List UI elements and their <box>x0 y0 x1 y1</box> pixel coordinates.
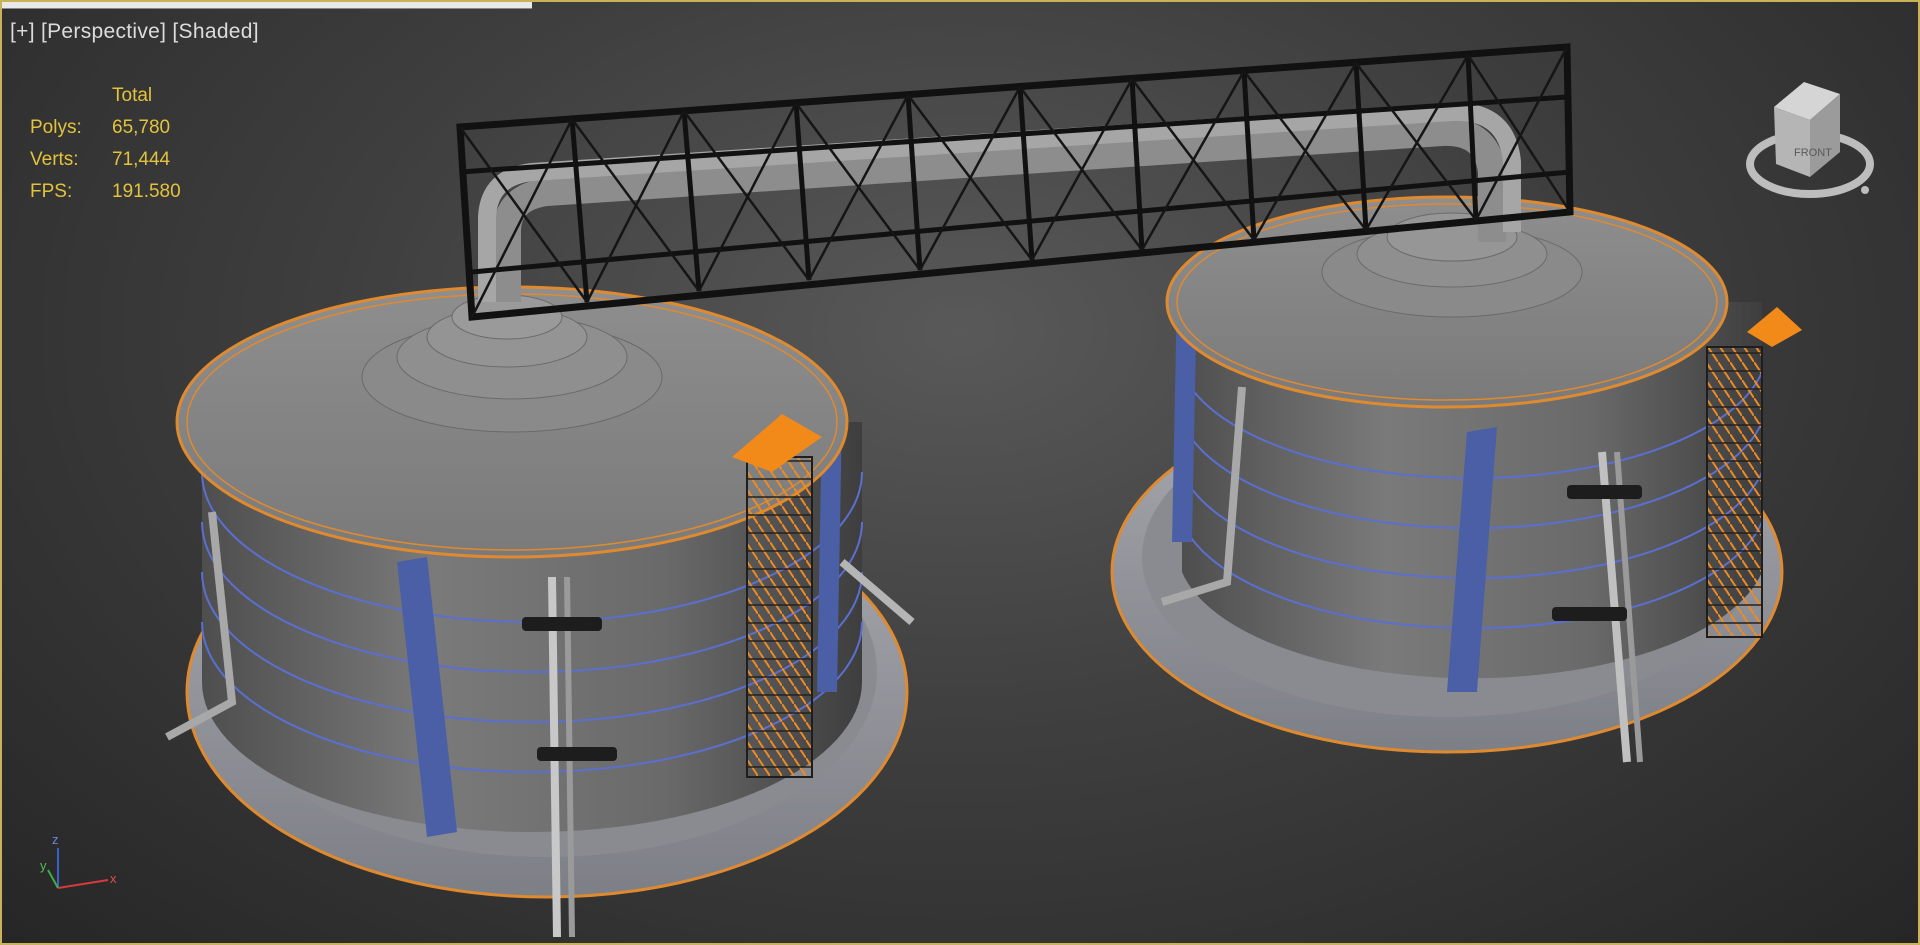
scene-render[interactable] <box>2 2 1920 945</box>
axis-x-label: x <box>110 871 117 886</box>
axis-z-label: z <box>52 832 59 847</box>
viewcube[interactable]: FRONT <box>1722 72 1882 202</box>
axis-y-label: y <box>40 858 47 873</box>
viewcube-front-label: FRONT <box>1794 147 1832 159</box>
axis-tripod: z y x <box>38 828 128 908</box>
left-tank <box>165 285 915 938</box>
right-tank <box>1110 195 1802 763</box>
perspective-viewport[interactable]: [+] [Perspective] [Shaded] Total Polys: 6… <box>0 0 1920 945</box>
